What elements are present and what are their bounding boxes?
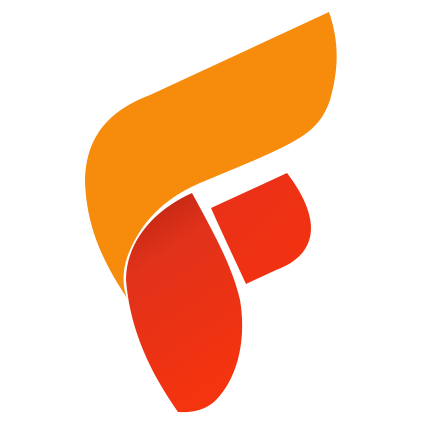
logo-canvas bbox=[0, 0, 434, 434]
f-logo-icon bbox=[85, 12, 337, 413]
